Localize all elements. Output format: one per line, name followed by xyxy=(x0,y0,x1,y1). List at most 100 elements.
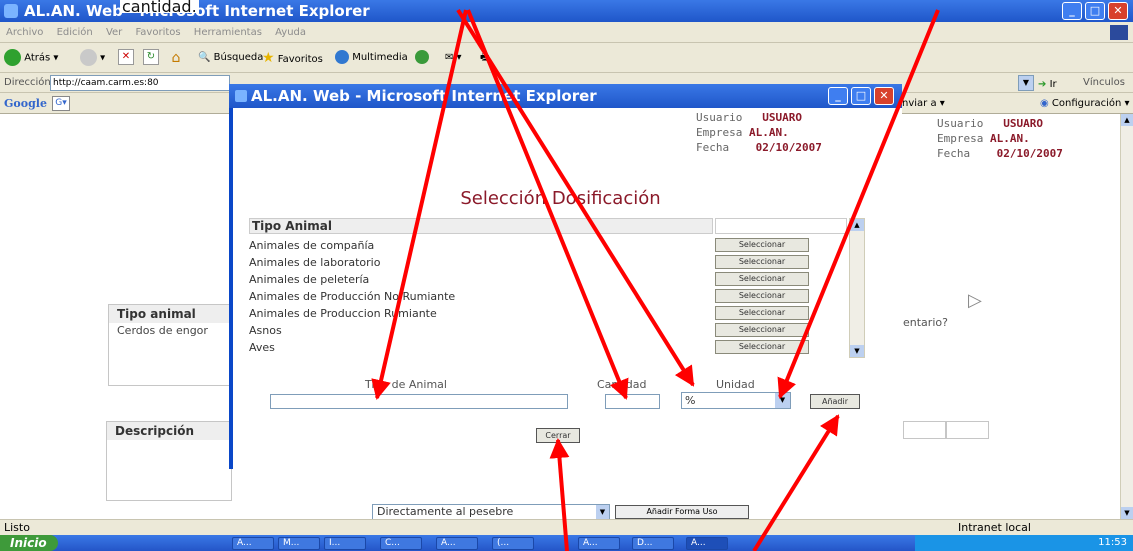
screen: AL.AN. Web - Microsoft Internet Explorer… xyxy=(0,0,1133,551)
task-button[interactable]: A... xyxy=(578,537,620,550)
history-icon[interactable] xyxy=(415,49,429,67)
bg-cell xyxy=(946,421,989,439)
popup-content: Usuario USUARO Empresa AL.AN. Fecha 02/1… xyxy=(233,108,902,469)
search-icon: 🔍 xyxy=(198,52,211,63)
bg-cell xyxy=(903,421,946,439)
popup-maximize-button[interactable]: □ xyxy=(851,87,871,105)
multimedia-icon xyxy=(335,50,349,64)
menu-ayuda[interactable]: Ayuda xyxy=(275,27,306,38)
home-icon[interactable]: ⌂ xyxy=(168,49,184,66)
menu-ver[interactable]: Ver xyxy=(106,27,122,38)
bg-user-info: Usuario USUARO Empresa AL.AN. Fecha 02/1… xyxy=(937,117,1063,160)
start-button[interactable]: Inicio xyxy=(0,535,58,551)
popup-title: AL.AN. Web - Microsoft Internet Explorer xyxy=(251,87,597,105)
popup-minimize-button[interactable]: _ xyxy=(828,87,848,105)
popup-heading: Selección Dosificación xyxy=(460,188,661,209)
table-row: Asnos Seleccionar xyxy=(249,322,869,339)
links-label[interactable]: Vínculos xyxy=(1083,73,1125,93)
bg-animal-table: Tipo animal Cerdos de engor xyxy=(108,304,234,386)
table-row: Animales de laboratorio Seleccionar xyxy=(249,254,869,271)
google-search-icon[interactable]: G▾ xyxy=(52,96,70,111)
table-row: Animales de compañía Seleccionar xyxy=(249,237,869,254)
task-button[interactable]: A... xyxy=(436,537,478,550)
system-tray: 11:53 xyxy=(915,535,1133,551)
task-button[interactable]: D... xyxy=(632,537,674,550)
cantidad-label: Cantidad xyxy=(597,378,647,391)
table-row: Animales de Produccion Rumiante Seleccion… xyxy=(249,305,869,322)
forward-arrow-icon xyxy=(80,49,97,66)
bg-forma-uso-select[interactable]: Directamente al pesebre xyxy=(372,504,610,520)
mouse-pointer-icon: ▷ xyxy=(968,290,982,311)
stop-icon[interactable]: ✕ xyxy=(118,49,134,65)
overlay-annotation-text: cantidad. xyxy=(120,0,199,16)
minimize-button[interactable]: _ xyxy=(1062,2,1082,20)
page-scrollbar[interactable]: ▲ ▼ xyxy=(1120,114,1133,519)
go-button[interactable]: ➔ Ir xyxy=(1038,75,1057,95)
back-button[interactable]: Atrás ▾ xyxy=(4,49,58,67)
unidad-label: Unidad xyxy=(716,378,755,391)
add-button[interactable]: Añadir xyxy=(810,394,860,409)
favorites-button[interactable]: ★ Favoritos xyxy=(262,49,323,67)
ie-icon xyxy=(235,90,247,102)
mail-icon[interactable]: ✉ ▾ xyxy=(445,49,462,67)
print-icon[interactable]: 🖶 xyxy=(480,49,489,67)
address-dropdown-icon[interactable]: ▼ xyxy=(1018,75,1034,91)
maximize-button[interactable]: □ xyxy=(1085,2,1105,20)
task-button[interactable]: M... xyxy=(278,537,320,550)
menu-herramientas[interactable]: Herramientas xyxy=(194,27,262,38)
popup-title-bar: AL.AN. Web - Microsoft Internet Explorer xyxy=(229,84,902,108)
forward-button[interactable]: ▾ xyxy=(80,49,105,67)
settings-button[interactable]: ◉ Configuración ▾ xyxy=(1040,93,1130,114)
scroll-up-icon[interactable]: ▲ xyxy=(1121,114,1133,126)
back-arrow-icon xyxy=(4,49,21,66)
task-button[interactable]: A... xyxy=(686,537,728,550)
scroll-down-icon[interactable]: ▼ xyxy=(1121,507,1133,519)
task-button[interactable]: (... xyxy=(492,537,534,550)
tipo-animal-input[interactable] xyxy=(270,394,568,409)
bg-tipo-animal-header: Tipo animal xyxy=(109,305,233,323)
select-button[interactable]: Seleccionar xyxy=(715,272,809,286)
chevron-down-icon[interactable]: ▼ xyxy=(775,393,790,408)
multimedia-button[interactable]: Multimedia xyxy=(335,49,408,67)
menu-archivo[interactable]: Archivo xyxy=(6,27,43,38)
clock: 11:53 xyxy=(1098,537,1127,548)
add-forma-uso-button[interactable]: Añadir Forma Uso xyxy=(615,505,749,519)
select-button[interactable]: Seleccionar xyxy=(715,289,809,303)
close-popup-button[interactable]: Cerrar xyxy=(536,428,580,443)
menu-favoritos[interactable]: Favoritos xyxy=(135,27,180,38)
select-button[interactable]: Seleccionar xyxy=(715,340,809,354)
task-button[interactable]: A... xyxy=(232,537,274,550)
taskbar: Inicio A... M... I... C... A... (... A..… xyxy=(0,535,1133,551)
task-button[interactable]: I... xyxy=(324,537,366,550)
status-zone: Intranet local xyxy=(958,521,1031,534)
address-label: Dirección xyxy=(4,77,51,88)
refresh-icon[interactable]: ↻ xyxy=(143,49,159,65)
scroll-up-icon[interactable]: ▲ xyxy=(850,219,864,231)
address-input[interactable]: http://caam.carm.es:80 xyxy=(50,75,230,91)
send-to-button[interactable]: nviar a ▾ xyxy=(902,93,945,114)
chevron-down-icon[interactable]: ▼ xyxy=(596,505,609,519)
google-logo: Google xyxy=(4,97,47,110)
table-row: Aves Seleccionar xyxy=(249,339,869,356)
bg-tipo-animal-value: Cerdos de engor xyxy=(117,324,208,337)
menu-bar: Archivo Edición Ver Favoritos Herramient… xyxy=(0,22,1133,43)
animal-type-table: Tipo Animal ▲ ▼ Animales de compañía Sele… xyxy=(249,218,869,360)
table-header-tipo-animal: Tipo Animal xyxy=(249,218,713,234)
search-button[interactable]: 🔍 Búsqueda xyxy=(198,49,263,67)
table-header-blank xyxy=(715,218,847,234)
menu-edicion[interactable]: Edición xyxy=(57,27,93,38)
select-button[interactable]: Seleccionar xyxy=(715,238,809,252)
select-button[interactable]: Seleccionar xyxy=(715,255,809,269)
popup-user-info: Usuario USUARO Empresa AL.AN. Fecha 02/1… xyxy=(696,111,822,154)
bg-description-table: Descripción xyxy=(106,421,232,501)
close-button[interactable]: ✕ xyxy=(1108,2,1128,20)
task-button[interactable]: C... xyxy=(380,537,422,550)
select-button[interactable]: Seleccionar xyxy=(715,306,809,320)
go-arrow-icon: ➔ xyxy=(1038,79,1047,90)
popup-close-button[interactable]: ✕ xyxy=(874,87,894,105)
status-bar: Listo Intranet local xyxy=(0,519,1133,535)
table-row: Animales de Producción No Rumiante Selecc… xyxy=(249,288,869,305)
windows-logo-icon xyxy=(1110,25,1128,40)
cantidad-input[interactable] xyxy=(605,394,660,409)
select-button[interactable]: Seleccionar xyxy=(715,323,809,337)
